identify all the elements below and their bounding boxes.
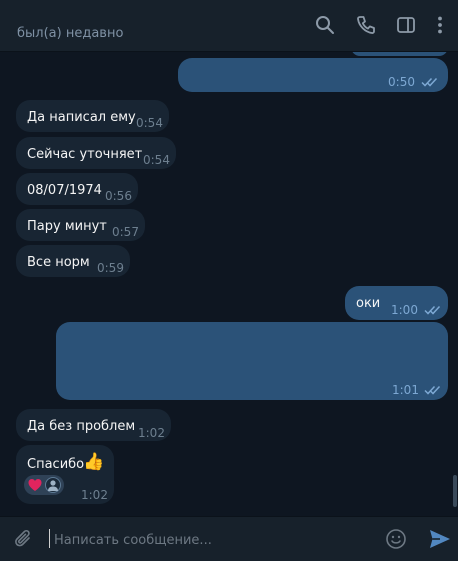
more-vertical-icon[interactable] — [429, 14, 451, 36]
outgoing-message[interactable]: 0:50 — [178, 58, 448, 92]
search-icon[interactable] — [314, 14, 336, 36]
message-time: 0:50 — [388, 75, 415, 89]
message-time: 1:02 — [138, 426, 165, 440]
sidebar-icon[interactable] — [395, 14, 417, 36]
message-time: 0:56 — [105, 189, 132, 203]
read-checkmarks-icon — [421, 77, 439, 87]
read-checkmarks-icon — [424, 385, 442, 395]
message-bubble-partial — [351, 52, 448, 56]
outgoing-message[interactable]: оки 1:00 — [345, 286, 448, 320]
message-text: оки — [356, 296, 381, 311]
incoming-message[interactable]: Сейчас уточняет 0:54 — [16, 137, 176, 169]
send-icon[interactable] — [428, 528, 452, 554]
message-time: 1:02 — [81, 488, 108, 502]
read-checkmarks-icon — [424, 305, 442, 315]
message-time: 0:54 — [143, 153, 170, 167]
incoming-message[interactable]: 08/07/1974 0:56 — [16, 173, 138, 205]
scrollbar-thumb[interactable] — [453, 475, 457, 507]
contact-status: был(а) недавно — [17, 26, 124, 41]
text-caret — [49, 529, 50, 548]
chat-header: был(а) недавно — [0, 0, 458, 52]
message-text: Спасибо — [27, 457, 85, 472]
message-time: 1:00 — [391, 303, 418, 317]
incoming-message[interactable]: Да без проблем 1:02 — [16, 409, 171, 441]
message-text: Все норм — [27, 255, 90, 270]
message-text: Да написал ему — [27, 110, 136, 125]
message-input[interactable] — [52, 528, 356, 552]
compose-bar — [0, 516, 458, 561]
heart-reaction-icon[interactable] — [27, 477, 43, 493]
incoming-message[interactable]: Пару минут 0:57 — [16, 209, 145, 241]
message-time: 0:59 — [97, 261, 124, 275]
message-text: Да без проблем — [27, 419, 136, 434]
reactions-bar[interactable] — [24, 475, 64, 495]
outgoing-message[interactable]: 1:01 — [56, 322, 448, 400]
message-text: 08/07/1974 — [27, 183, 102, 198]
incoming-message[interactable]: Да написал ему 0:54 — [16, 100, 169, 132]
message-time: 1:01 — [392, 383, 419, 397]
thumbs-up-emoji: 👍 — [83, 452, 105, 472]
incoming-message[interactable]: Спасибо 👍 1:02 — [16, 445, 114, 504]
attach-icon[interactable] — [13, 529, 35, 555]
message-list[interactable]: 0:50 Да написал ему 0:54 Сейчас уточняет… — [0, 52, 458, 516]
message-time: 0:57 — [112, 225, 139, 239]
message-time: 0:54 — [136, 116, 163, 130]
incoming-message[interactable]: Все норм 0:59 — [16, 245, 130, 277]
emoji-icon[interactable] — [385, 528, 407, 554]
message-text: Сейчас уточняет — [27, 147, 143, 162]
phone-icon[interactable] — [355, 14, 377, 36]
message-text: Пару минут — [27, 219, 107, 234]
reactor-avatar[interactable] — [45, 477, 61, 493]
